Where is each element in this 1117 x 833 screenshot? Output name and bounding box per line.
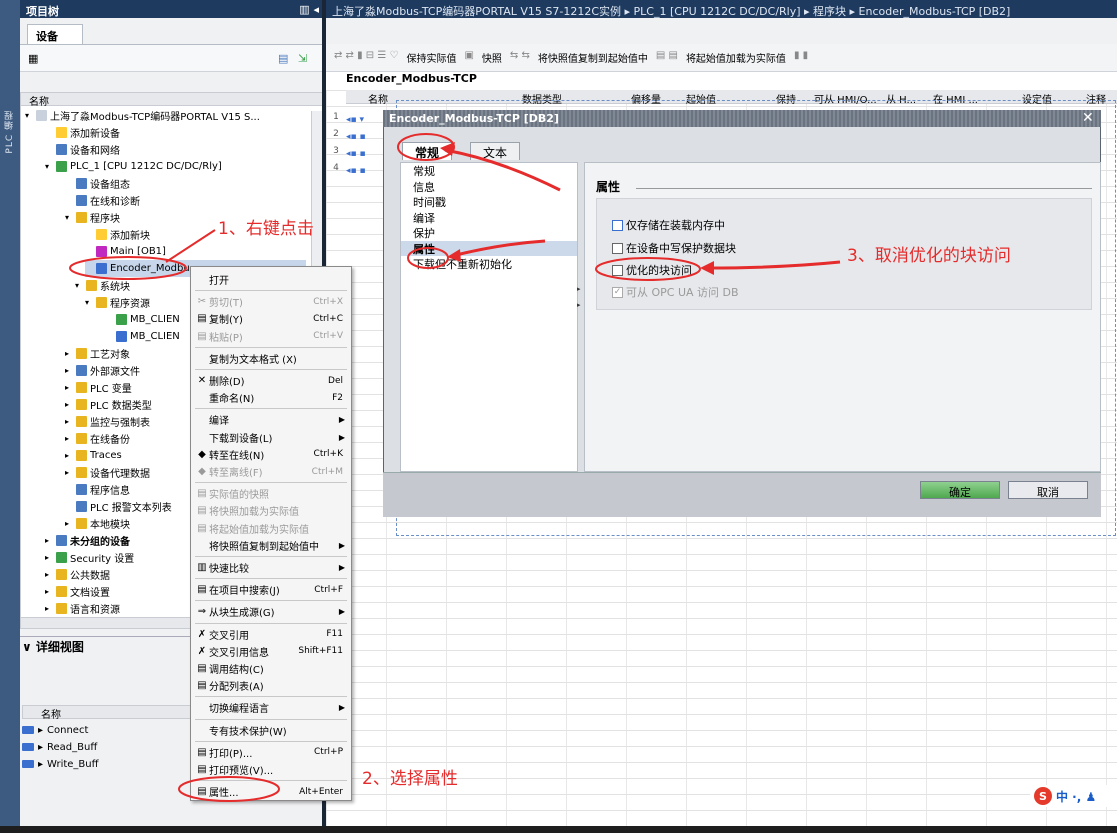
annotation-overlay <box>69 133 841 802</box>
ime-indicator[interactable]: S 中 ·, ♟ <box>1030 785 1117 807</box>
arrow-to-attributes <box>451 239 546 258</box>
arrowhead-attributes <box>447 249 461 262</box>
arrowhead-step3 <box>700 261 714 275</box>
arrow-step3 <box>707 260 841 270</box>
arrowhead-general <box>440 142 455 156</box>
ime-logo-icon: S <box>1034 787 1052 805</box>
highlight-ellipse-attributes <box>407 247 449 269</box>
highlight-ellipse-checkbox <box>595 257 701 281</box>
arrow-step1 <box>165 229 216 263</box>
bottom-status-strip <box>0 826 1117 833</box>
arrow-to-general <box>444 148 561 192</box>
ime-text: 中 ·, ♟ <box>1056 789 1097 804</box>
highlight-ellipse-properties <box>178 776 280 802</box>
